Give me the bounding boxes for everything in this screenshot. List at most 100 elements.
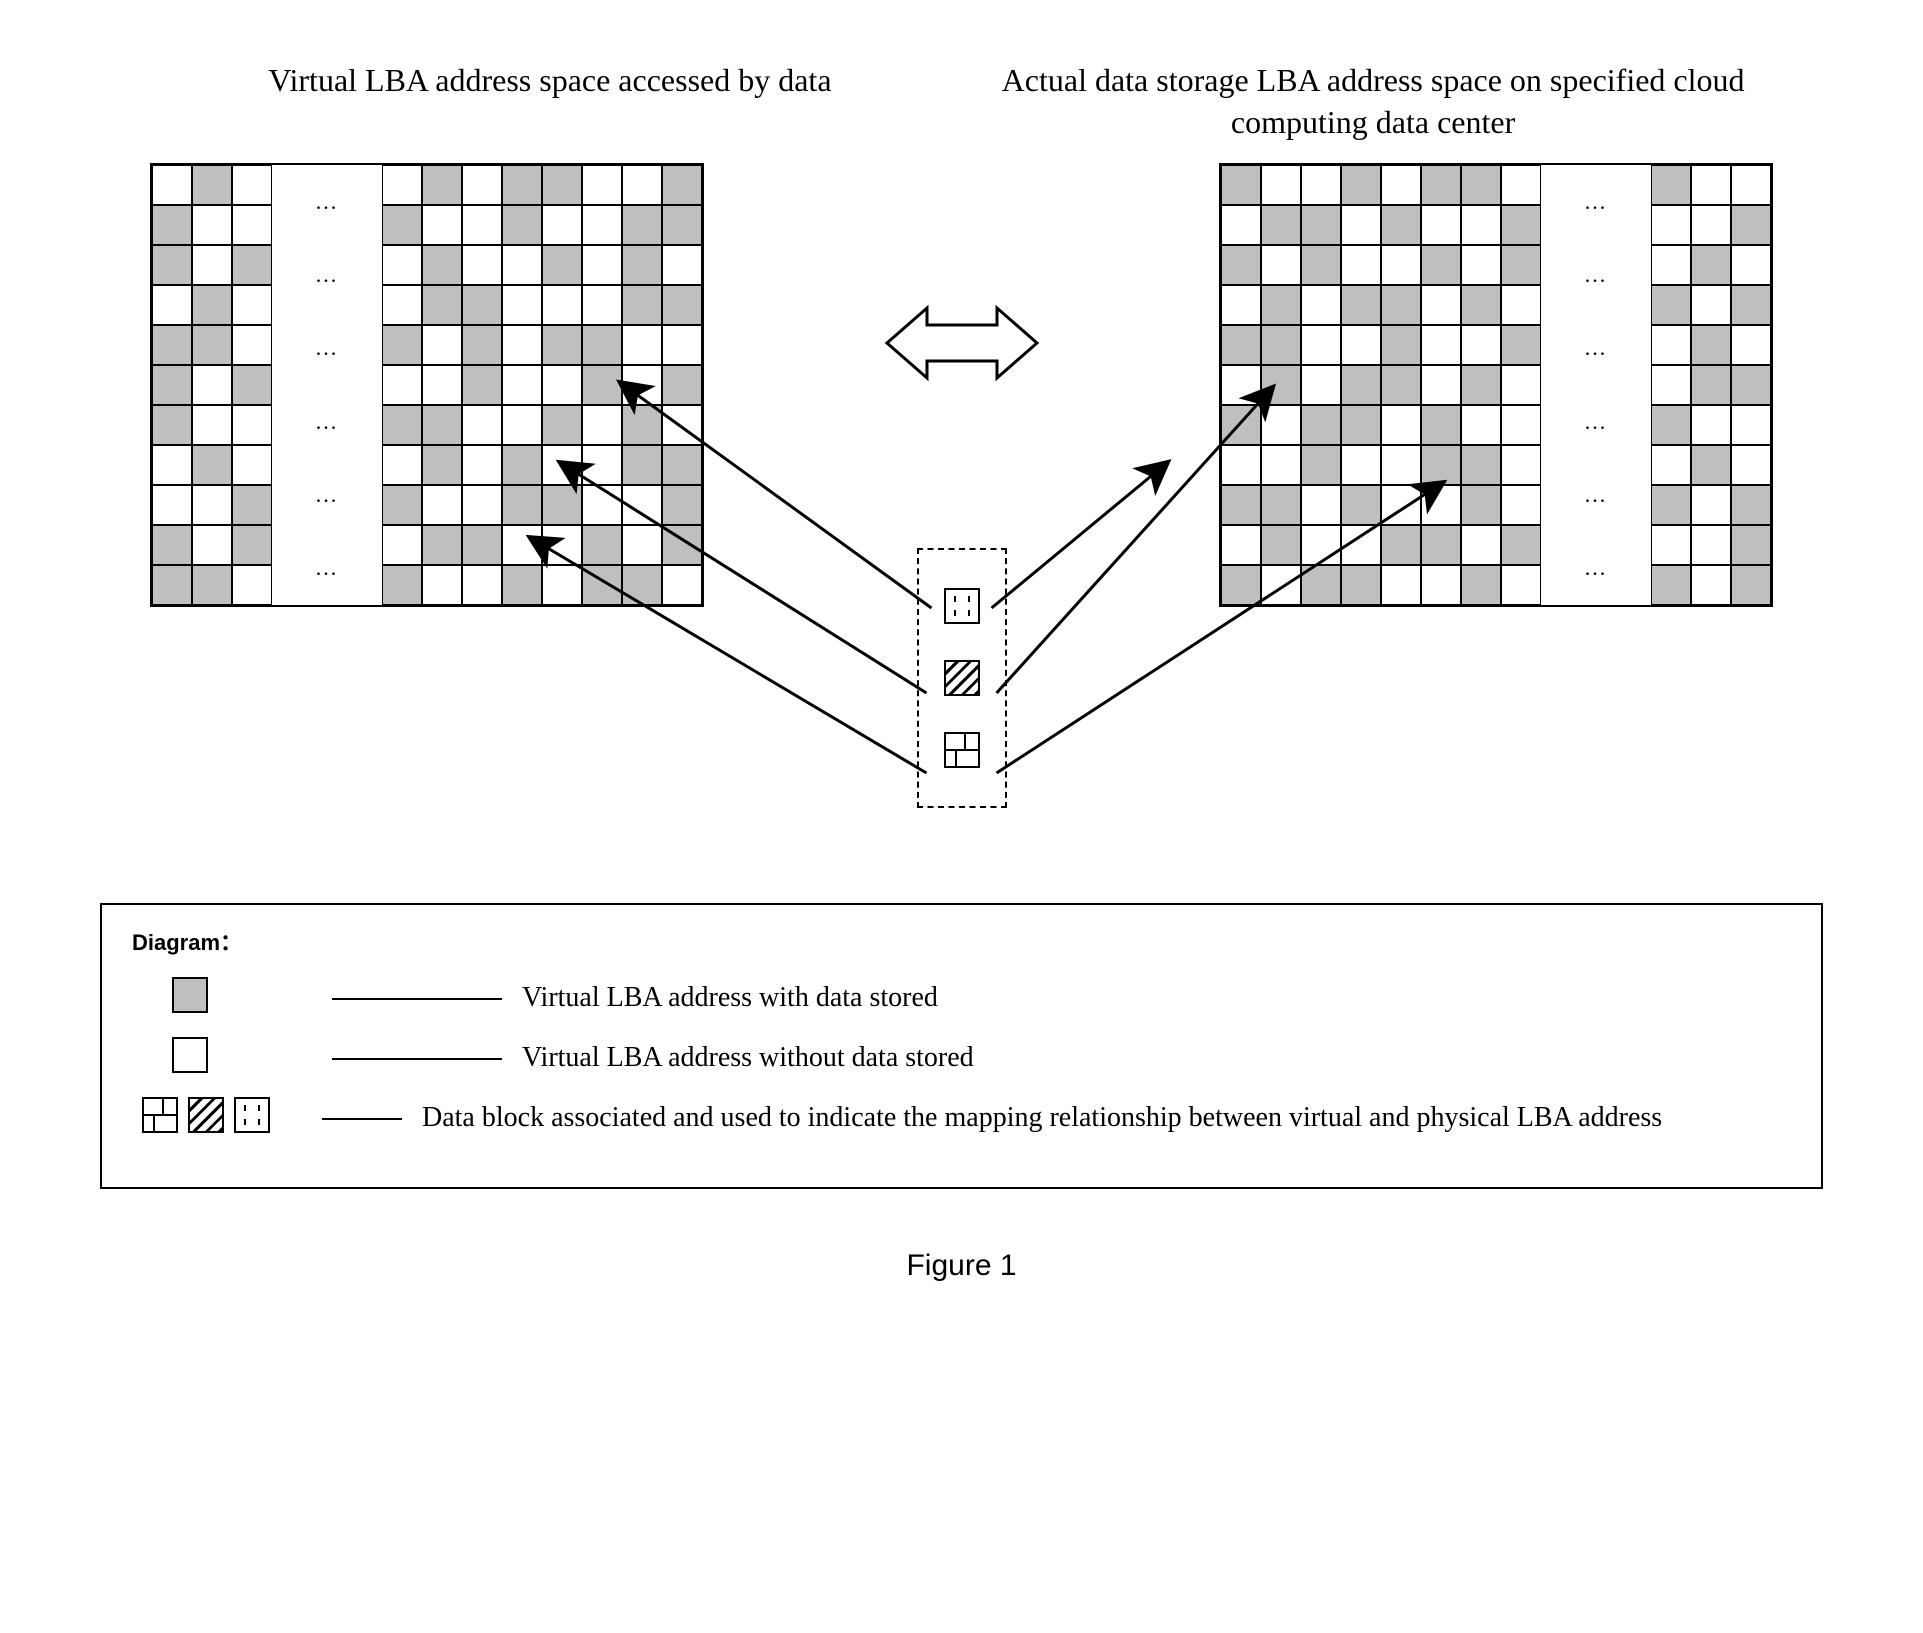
ellipsis-cell: ... — [272, 458, 382, 531]
legend-gray-square-icon — [172, 977, 208, 1013]
grid-cell — [1381, 325, 1421, 365]
grid-cell — [582, 525, 622, 565]
ellipsis-cell: ... — [1541, 165, 1651, 238]
grid-cell — [622, 485, 662, 525]
grid-cell — [1731, 205, 1771, 245]
grid-cell — [192, 245, 232, 285]
grid-cell — [1691, 405, 1731, 445]
ellipsis-cell: ... — [272, 312, 382, 385]
grid-cell — [582, 205, 622, 245]
grid-cell — [1691, 165, 1731, 205]
grid-cell — [1221, 245, 1261, 285]
grid-cell — [662, 245, 702, 285]
grid-cell — [622, 245, 662, 285]
grid-cell — [1341, 165, 1381, 205]
grid-cell — [1261, 445, 1301, 485]
grid-cell — [422, 405, 462, 445]
legend-row-stored: Virtual LBA address with data stored — [132, 977, 1791, 1019]
grid-cell — [1651, 165, 1691, 205]
mapping-blocks-container — [917, 548, 1007, 808]
grid-cell — [422, 325, 462, 365]
grid-cell — [582, 245, 622, 285]
grid-cell — [1731, 445, 1771, 485]
grid-cell — [1301, 245, 1341, 285]
grid-cell — [192, 445, 232, 485]
grid-cell — [1381, 245, 1421, 285]
grid-cell — [1341, 245, 1381, 285]
left-address-space: .................. — [150, 163, 704, 607]
grid-cell — [192, 525, 232, 565]
grid-cell — [462, 205, 502, 245]
grid-cell — [462, 365, 502, 405]
grid-cell — [502, 365, 542, 405]
legend-box: Diagram： Virtual LBA address with data s… — [100, 903, 1823, 1189]
grid-cell — [1221, 365, 1261, 405]
grid-cell — [1301, 325, 1341, 365]
grid-cell — [1691, 485, 1731, 525]
grid-cell — [1221, 205, 1261, 245]
grid-cell — [662, 325, 702, 365]
grid-cell — [1501, 165, 1541, 205]
grid-cell — [232, 245, 272, 285]
grid-cell — [192, 405, 232, 445]
grid-cell — [1461, 445, 1501, 485]
grid-cell — [1651, 285, 1691, 325]
grid-cell — [1261, 565, 1301, 605]
grid-cell — [1651, 565, 1691, 605]
grid-cell — [1731, 165, 1771, 205]
grid-cell — [1341, 525, 1381, 565]
grid-cell — [232, 285, 272, 325]
grid-cell — [1731, 405, 1771, 445]
grid-cell — [582, 445, 622, 485]
grid-cell — [1261, 285, 1301, 325]
ellipsis-cell: ... — [272, 532, 382, 605]
grid-cell — [542, 485, 582, 525]
grid-cell — [192, 565, 232, 605]
grid-cell — [542, 205, 582, 245]
grid-cell — [542, 165, 582, 205]
grid-cell — [382, 445, 422, 485]
grid-cell — [1421, 245, 1461, 285]
grid-cell — [422, 485, 462, 525]
grid-cell — [1261, 245, 1301, 285]
grid-cell — [1461, 565, 1501, 605]
grid-cell — [382, 285, 422, 325]
grid-cell — [1221, 525, 1261, 565]
grid-cell — [1341, 365, 1381, 405]
grid-cell — [1731, 325, 1771, 365]
grid-cell — [1461, 405, 1501, 445]
grid-cell — [542, 365, 582, 405]
ellipsis-cell: ... — [272, 238, 382, 311]
grid-cell — [152, 565, 192, 605]
grid-cell — [1651, 485, 1691, 525]
grid-cell — [152, 205, 192, 245]
grid-cell — [1261, 485, 1301, 525]
grid-cell — [1461, 485, 1501, 525]
grid-cell — [152, 365, 192, 405]
grid-cell — [462, 445, 502, 485]
grid-cell — [1261, 165, 1301, 205]
grid-cell — [1731, 565, 1771, 605]
grid-cell — [1731, 285, 1771, 325]
grid-cell — [1421, 205, 1461, 245]
grid-cell — [502, 565, 542, 605]
grid-cell — [1461, 285, 1501, 325]
grid-cell — [1421, 365, 1461, 405]
grid-cell — [1651, 245, 1691, 285]
grid-cell — [152, 445, 192, 485]
ellipsis-cell: ... — [272, 385, 382, 458]
grid-cell — [662, 525, 702, 565]
grid-cell — [1691, 245, 1731, 285]
grid-cell — [1691, 205, 1731, 245]
grid-cell — [152, 245, 192, 285]
grid-cell — [422, 285, 462, 325]
grid-cell — [582, 325, 622, 365]
grid-cell — [422, 565, 462, 605]
legend-connector-line — [332, 998, 502, 1000]
grid-cell — [382, 525, 422, 565]
grid-cell — [1341, 325, 1381, 365]
grid-cell — [502, 525, 542, 565]
grid-cell — [1461, 245, 1501, 285]
grid-cell — [1301, 285, 1341, 325]
grid-cell — [1421, 525, 1461, 565]
